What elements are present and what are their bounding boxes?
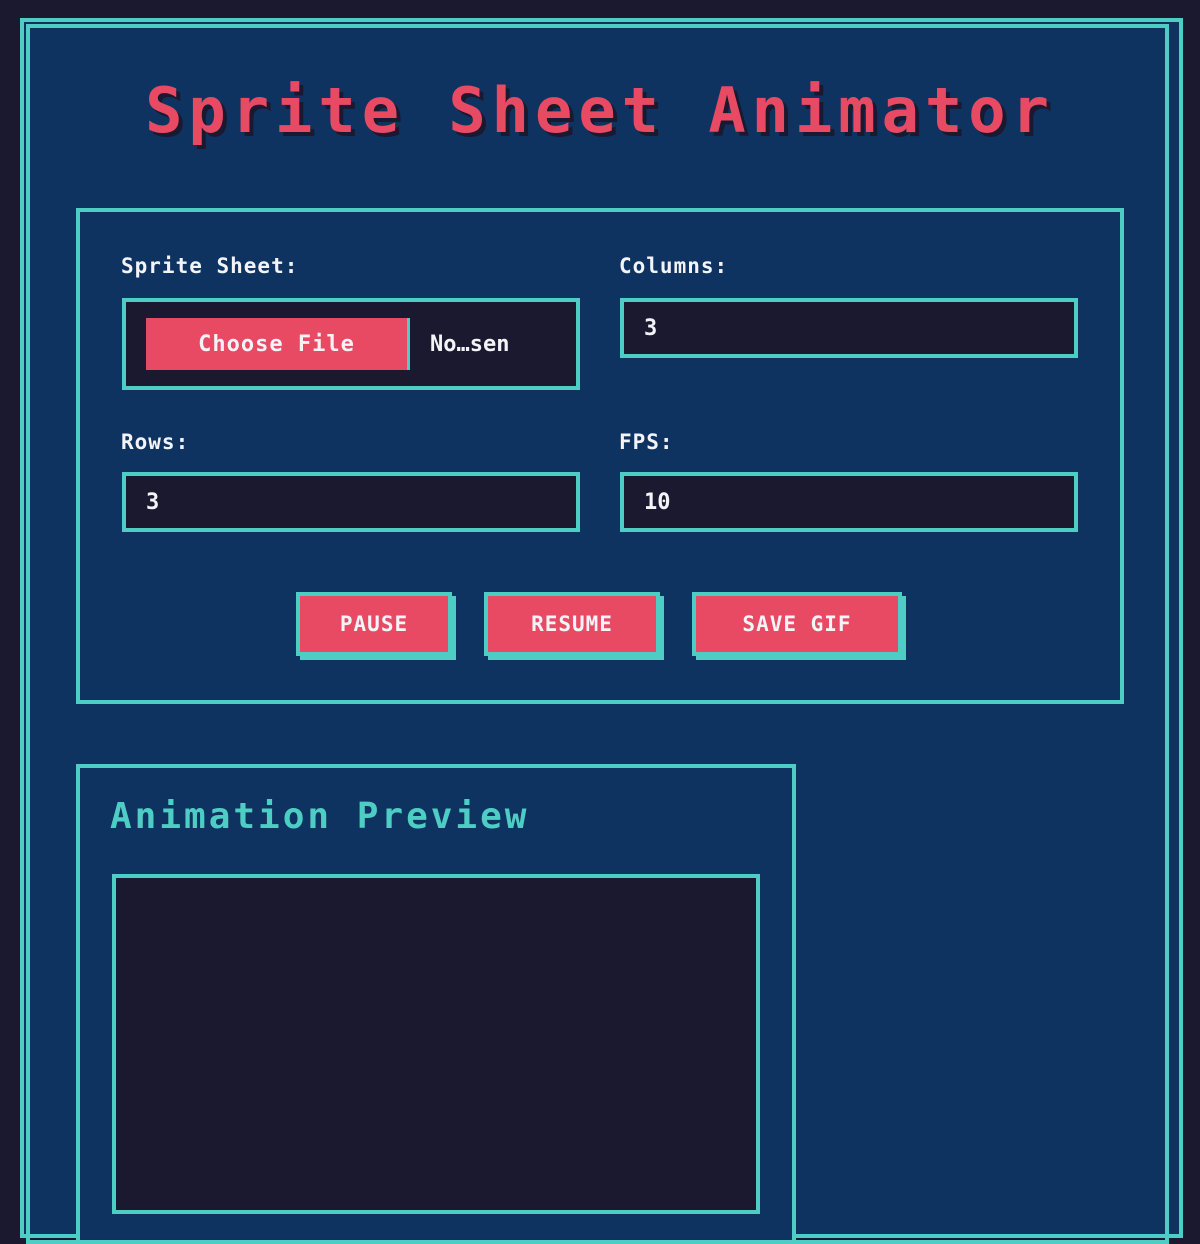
choose-file-button[interactable]: Choose File [146, 318, 410, 370]
save-gif-button[interactable]: SAVE GIF [692, 592, 902, 656]
columns-input[interactable] [620, 298, 1078, 358]
resume-button[interactable]: RESUME [484, 592, 660, 656]
animation-preview-canvas [112, 874, 760, 1214]
sprite-sheet-label: Sprite Sheet: [121, 254, 299, 278]
pause-button[interactable]: PAUSE [296, 592, 452, 656]
rows-label: Rows: [121, 430, 190, 454]
fps-label: FPS: [619, 430, 674, 454]
file-name-text: No…sen [430, 331, 510, 357]
columns-label: Columns: [619, 254, 729, 278]
animation-preview-title: Animation Preview [110, 796, 530, 837]
page-title: Sprite Sheet Animator [145, 74, 1055, 147]
fps-input[interactable] [620, 472, 1078, 532]
rows-input[interactable] [122, 472, 580, 532]
sprite-sheet-file-input[interactable]: Choose File No…sen [122, 298, 580, 390]
